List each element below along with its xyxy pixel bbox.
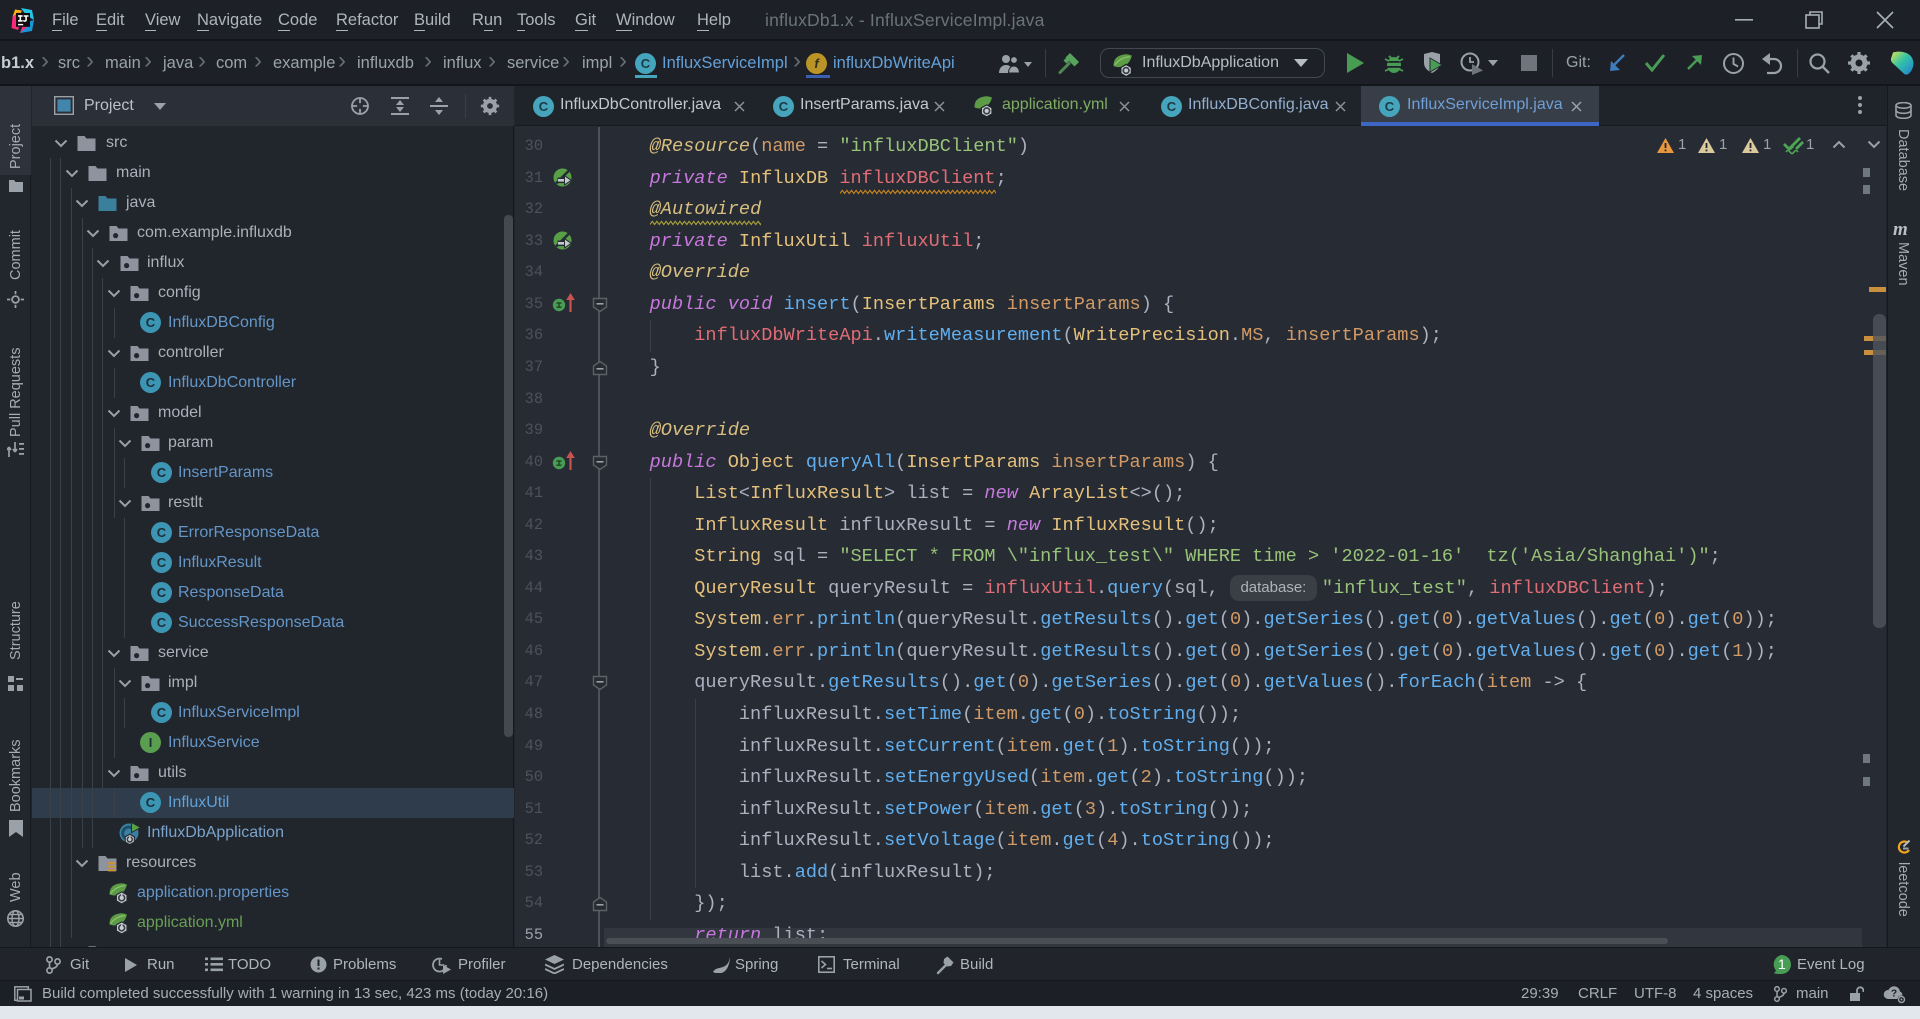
svg-text:?: ? xyxy=(1891,989,1897,1000)
